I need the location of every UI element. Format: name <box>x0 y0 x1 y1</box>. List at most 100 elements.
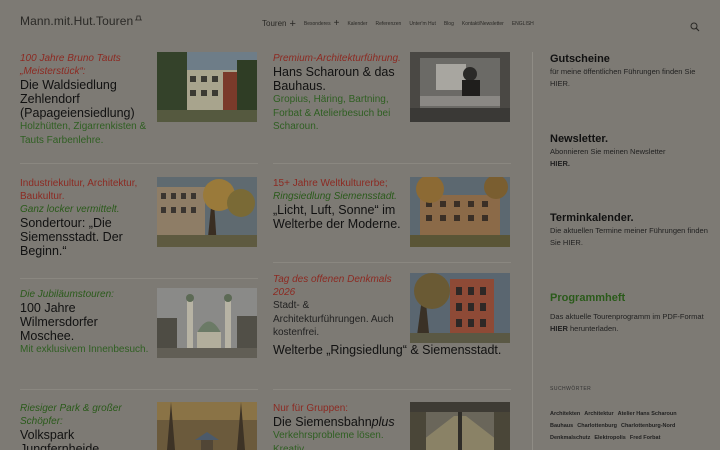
tour-card-text: Riesiger Park & großer Schöpfer: Volkspa… <box>20 402 152 450</box>
tour-description: Stadt- & Architekturführungen. Auch kost… <box>273 300 394 338</box>
tag-cloud: Architekten Architektur Atelier Hans Schar… <box>550 408 710 444</box>
tour-card-moschee[interactable]: Die Jubiläumstouren: 100 Jahre Wilmersdo… <box>20 288 258 388</box>
tour-subtitle: Holzhütten, Zigarrenkisten & Tauts Farbe… <box>20 121 147 146</box>
tour-title[interactable]: Sondertour: „Die Siemensstadt. Der Begin… <box>20 216 152 258</box>
newsletter-text: Abonnieren Sie meinen Newsletter <box>550 147 666 156</box>
tour-subtitle: Verkehrsprobleme lösen. Kreativ. <box>273 430 384 450</box>
nav-item-besonderes[interactable]: Besonderes + <box>303 18 340 28</box>
tour-subtitle: Mit exklusivem Innenbesuch. <box>20 344 149 355</box>
tag-link[interactable]: Atelier Hans Scharoun <box>618 411 677 417</box>
tag-link[interactable]: Architekten <box>550 411 580 417</box>
tour-card-text: Nur für Gruppen: Die Siemensbahnplus Ver… <box>273 402 405 450</box>
tags-heading: SUCHWÖRTER <box>550 386 592 392</box>
tour-title[interactable]: „Licht, Luft, Sonne“ im Welterbe der Mod… <box>273 203 405 231</box>
tour-image-denkmaltag[interactable] <box>410 273 510 343</box>
tour-image-jungfernheide[interactable] <box>157 402 257 450</box>
sidebar-newsletter: Newsletter. Abonnieren Sie meinen Newsle… <box>550 132 710 170</box>
site-logo[interactable]: Mann.mit.Hut.Touren <box>20 14 143 28</box>
tag-row: Denkmalschutz Elektropolis Fred Forbat <box>550 432 710 444</box>
divider <box>20 278 258 279</box>
divider <box>273 262 511 263</box>
programmheft-link[interactable]: HIER <box>550 324 568 333</box>
sidebar-programmheft: Programmheft Das aktuelle Tourenprogramm… <box>550 291 710 335</box>
tour-kicker: Nur für Gruppen: <box>273 403 349 414</box>
tour-title[interactable]: Die Siemensbahnplus <box>273 415 405 429</box>
tour-card-text: 100 Jahre Bruno Tauts „Meisterstück“: Di… <box>20 52 152 147</box>
programmheft-title: Programmheft <box>550 292 626 304</box>
tour-subtitle: Gropius, Häring, Bartning, Forbat & Atel… <box>273 94 391 132</box>
nav-item-unterm-hut[interactable]: Unter'm Hut <box>409 21 436 27</box>
tour-card-jungfernheide[interactable]: Riesiger Park & großer Schöpfer: Volkspa… <box>20 402 258 450</box>
tour-card-scharoun[interactable]: Premium-Architekturführung. Hans Scharou… <box>273 52 511 164</box>
tour-image-siemensbahn[interactable] <box>410 402 510 450</box>
tour-kicker: Premium-Architekturführung. <box>273 53 401 64</box>
tag-link[interactable]: Bauhaus <box>550 423 573 429</box>
tour-title-suffix: plus <box>371 415 395 429</box>
tour-card-waldsiedlung[interactable]: 100 Jahre Bruno Tauts „Meisterstück“: Di… <box>20 52 258 164</box>
tour-card-text: Industriekultur, Architektur, Baukultur.… <box>20 177 152 258</box>
gutscheine-title: Gutscheine <box>550 53 610 65</box>
tour-card-text: Tag des offenen Denkmals 2026 Stadt- & A… <box>273 273 405 340</box>
tour-card-ringsiedlung[interactable]: 15+ Jahre Weltkulturerbe; Ringsiedlung S… <box>273 177 511 262</box>
tour-title[interactable]: Hans Scharoun & das Bauhaus. <box>273 65 405 93</box>
sidebar-terminkalender: Terminkalender. Die aktuellen Termine me… <box>550 211 710 249</box>
programmheft-text-2: herunterladen. <box>570 324 619 333</box>
main-nav: Touren + Besonderes + Kalender Referenzen … <box>262 18 542 29</box>
tour-title[interactable]: Volkspark Jungfernheide <box>20 428 152 450</box>
programmheft-text: Das aktuelle Tourenprogramm im PDF-Forma… <box>550 312 704 321</box>
tour-card-denkmaltag[interactable]: Tag des offenen Denkmals 2026 Stadt- & A… <box>273 273 511 388</box>
plus-icon[interactable]: + <box>334 18 340 28</box>
tour-title[interactable]: Welterbe „Ringsiedlung“ & Siemensstadt. <box>273 343 511 357</box>
tour-image-scharoun[interactable] <box>410 52 510 122</box>
tour-image-ringsiedlung[interactable] <box>410 177 510 247</box>
tour-kicker-2: Ringsiedlung Siemensstadt. <box>273 191 397 202</box>
nav-item-kontakt-newsletter[interactable]: Kontakt/Newsletter <box>462 21 504 27</box>
search-icon[interactable] <box>690 19 700 32</box>
tour-card-siemensstadt[interactable]: Industriekultur, Architektur, Baukultur.… <box>20 177 258 277</box>
terminkalender-text[interactable]: Die aktuellen Termine meiner Führungen f… <box>550 225 710 249</box>
nav-item-english[interactable]: ENGLISH <box>512 21 534 27</box>
gutscheine-text[interactable]: für meine öffentlichen Führungen finden … <box>550 66 710 90</box>
divider <box>273 163 511 164</box>
tag-link[interactable]: Elektropolis <box>594 435 625 441</box>
divider <box>20 163 258 164</box>
tag-link[interactable]: Denkmalschutz <box>550 435 590 441</box>
nav-item-blog[interactable]: Blog <box>444 21 454 27</box>
divider <box>20 389 258 390</box>
nav-item-referenzen[interactable]: Referenzen <box>375 21 401 27</box>
sidebar-gutscheine: Gutscheine für meine öffentlichen Führun… <box>550 52 710 90</box>
site-header: Mann.mit.Hut.Touren Touren + Besonderes + … <box>0 0 720 46</box>
tour-kicker-2: Ganz locker vermittelt. <box>20 204 120 215</box>
tour-card-text: Premium-Architekturführung. Hans Scharou… <box>273 52 405 134</box>
nav-item-touren[interactable]: Touren + <box>262 18 296 29</box>
tour-title[interactable]: 100 Jahre Wilmersdorfer Moschee. <box>20 301 152 343</box>
sidebar-divider <box>532 52 533 450</box>
tour-title[interactable]: Die Waldsiedlung Zehlendorf (Papageiensi… <box>20 78 152 120</box>
tour-kicker: Die Jubiläumstouren: <box>20 289 114 300</box>
hat-icon <box>134 10 143 24</box>
tour-kicker: Industriekultur, Architektur, Baukultur. <box>20 178 138 202</box>
newsletter-link[interactable]: HIER. <box>550 159 570 168</box>
tour-image-moschee[interactable] <box>157 288 257 358</box>
tour-image-waldsiedlung[interactable] <box>157 52 257 122</box>
tag-link[interactable]: Fred Forbat <box>630 435 661 441</box>
divider <box>273 389 511 390</box>
tour-card-text: 15+ Jahre Weltkulturerbe; Ringsiedlung S… <box>273 177 405 231</box>
tour-card-siemensbahn[interactable]: Nur für Gruppen: Die Siemensbahnplus Ver… <box>273 402 511 450</box>
logo-text: Mann.mit.Hut.Touren <box>20 14 134 28</box>
tag-link[interactable]: Charlottenburg-Nord <box>621 423 675 429</box>
tour-image-siemensstadt[interactable] <box>157 177 257 247</box>
nav-item-kalender[interactable]: Kalender <box>347 21 367 27</box>
tour-kicker: Tag des offenen Denkmals 2026 <box>273 274 392 298</box>
tag-row: Architekten Architektur Atelier Hans Schar… <box>550 408 710 420</box>
nav-label: Besonderes <box>303 20 331 27</box>
tour-kicker: 100 Jahre Bruno Tauts <box>20 53 121 64</box>
tag-link[interactable]: Charlottenburg <box>577 423 617 429</box>
tour-kicker: Riesiger Park & großer Schöpfer: <box>20 403 122 427</box>
tour-card-text: Die Jubiläumstouren: 100 Jahre Wilmersdo… <box>20 288 152 357</box>
tour-kicker: 15+ Jahre Weltkulturerbe; <box>273 178 388 189</box>
tour-kicker-2: „Meisterstück“: <box>20 66 86 77</box>
nav-label: Touren <box>262 19 287 28</box>
tag-link[interactable]: Architektur <box>584 411 613 417</box>
plus-icon[interactable]: + <box>289 18 295 29</box>
